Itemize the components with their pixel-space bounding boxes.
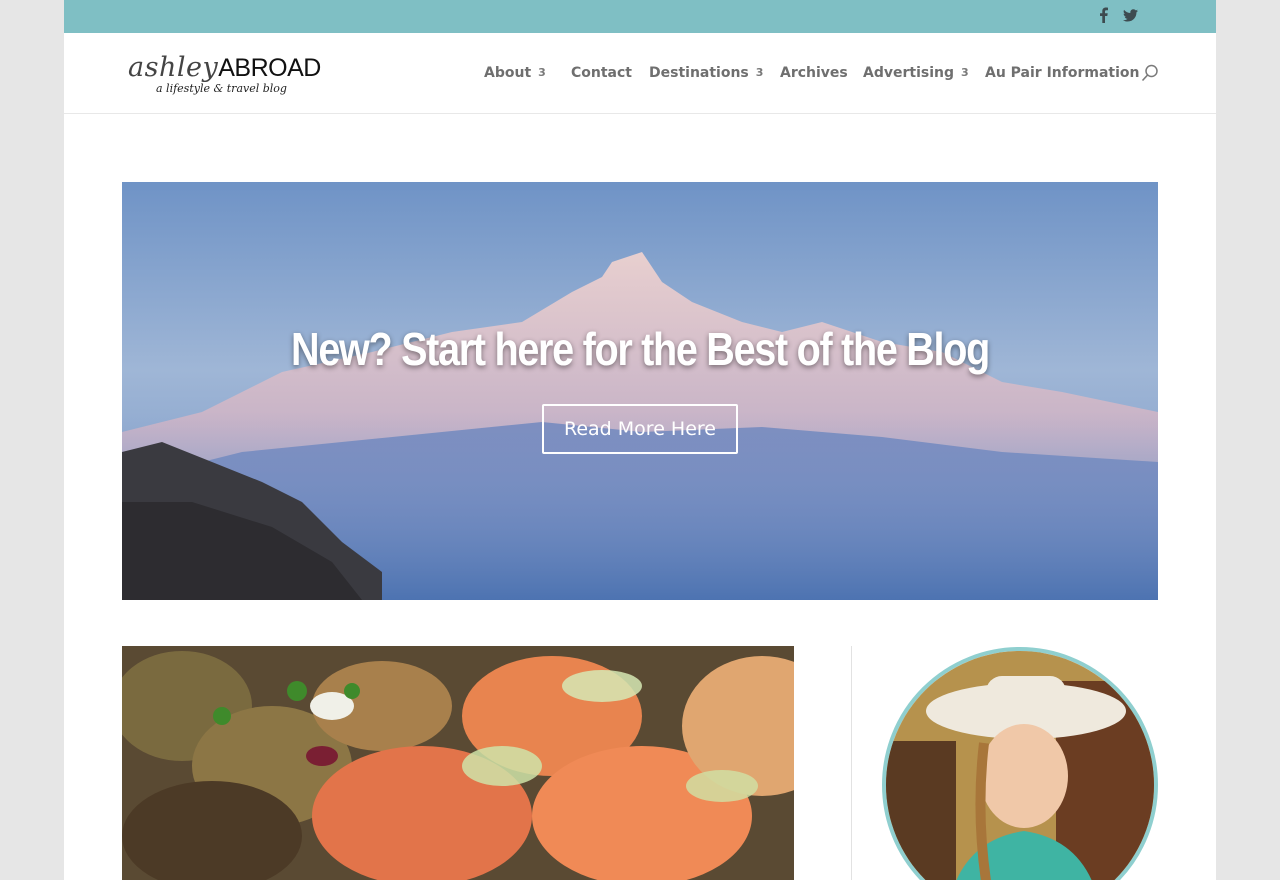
- featured-post-image[interactable]: [122, 646, 794, 880]
- author-avatar[interactable]: [882, 647, 1158, 880]
- search-icon[interactable]: [1140, 63, 1160, 83]
- top-bar: [64, 0, 1216, 33]
- sidebar-divider: [851, 646, 852, 880]
- author-cowgirl-photo: [886, 651, 1154, 880]
- salmon-dish-photo: [122, 646, 794, 880]
- nav-destinations[interactable]: Destinations 3: [649, 62, 763, 84]
- mountain-range-photo: [122, 182, 1158, 600]
- read-more-button[interactable]: Read More Here: [542, 404, 738, 454]
- hero-title: New? Start here for the Best of the Blog: [291, 323, 990, 375]
- chevron-down-icon: 3: [961, 66, 969, 79]
- site-header: ashleyABROAD a lifestyle & travel blog A…: [64, 33, 1216, 114]
- nav-about[interactable]: About 3: [484, 62, 546, 84]
- hero-banner: New? Start here for the Best of the Blog…: [122, 182, 1158, 600]
- logo-tagline: a lifestyle & travel blog: [156, 82, 287, 95]
- site-logo[interactable]: ashleyABROAD a lifestyle & travel blog: [128, 51, 334, 99]
- nav-advertising[interactable]: Advertising 3: [863, 62, 969, 84]
- twitter-icon[interactable]: [1122, 6, 1138, 24]
- nav-archives[interactable]: Archives: [780, 62, 848, 84]
- facebook-icon[interactable]: [1095, 6, 1111, 24]
- nav-contact[interactable]: Contact: [571, 62, 632, 84]
- chevron-down-icon: 3: [755, 66, 764, 79]
- nav-au-pair-information[interactable]: Au Pair Information: [985, 62, 1140, 84]
- chevron-down-icon: 3: [538, 66, 546, 79]
- page: ashleyABROAD a lifestyle & travel blog A…: [64, 0, 1216, 880]
